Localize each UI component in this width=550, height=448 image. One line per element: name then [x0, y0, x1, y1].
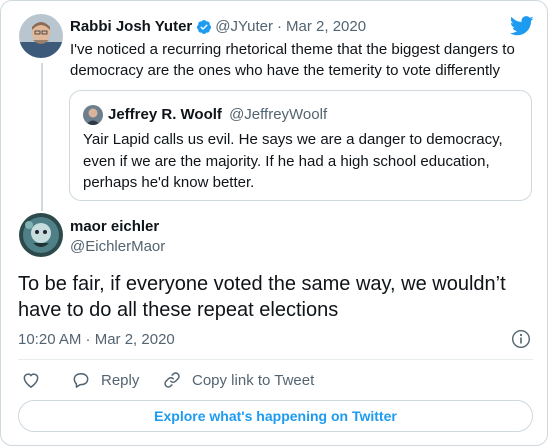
- link-icon: [162, 370, 182, 390]
- reply-timestamp[interactable]: 10:20 AM · Mar 2, 2020: [18, 331, 175, 348]
- embedded-tweet-card: Rabbi Josh Yuter @JYuter · Mar 2, 2020 I…: [0, 0, 548, 446]
- author-name[interactable]: Rabbi Josh Yuter: [70, 18, 192, 35]
- info-icon[interactable]: [511, 329, 531, 354]
- quoted-tweet[interactable]: Jeffrey R. Woolf @JeffreyWoolf Yair Lapi…: [69, 90, 532, 201]
- quoted-tweet-text: Yair Lapid calls us evil. He says we are…: [83, 129, 503, 194]
- explore-twitter-button[interactable]: Explore what's happening on Twitter: [18, 400, 533, 432]
- author-line: Rabbi Josh Yuter @JYuter · Mar 2, 2020: [70, 18, 366, 35]
- reply-author-name[interactable]: maor eichler: [70, 218, 159, 235]
- reply-icon: [71, 370, 91, 390]
- tweet-text-line: democracy are the ones who have the teme…: [70, 62, 500, 79]
- author-handle[interactable]: @JYuter: [215, 18, 273, 35]
- like-button[interactable]: [21, 370, 41, 390]
- reply-tweet-text: To be fair, if everyone voted the same w…: [18, 271, 506, 323]
- separator-dot: ·: [277, 18, 283, 35]
- divider: [18, 359, 533, 360]
- verified-badge-icon: [196, 19, 212, 35]
- thread-connector-line: [41, 63, 43, 211]
- tweet-text: I've noticed a recurring rhetorical them…: [70, 39, 515, 81]
- quoted-author-handle: @JeffreyWoolf: [229, 106, 328, 123]
- reply-text-line: To be fair, if everyone voted the same w…: [18, 273, 506, 295]
- avatar-josh-yuter[interactable]: [19, 14, 63, 58]
- quoted-author-name: Jeffrey R. Woolf: [108, 106, 222, 123]
- quoted-author-line: Jeffrey R. Woolf @JeffreyWoolf: [108, 106, 327, 123]
- quoted-text-line: perhaps he'd know better.: [83, 174, 255, 191]
- reply-button[interactable]: Reply: [71, 370, 139, 390]
- explore-twitter-label: Explore what's happening on Twitter: [154, 408, 397, 424]
- heart-icon: [21, 370, 41, 390]
- twitter-bird-icon[interactable]: [509, 16, 534, 41]
- copy-link-label: Copy link to Tweet: [192, 371, 315, 389]
- copy-link-button[interactable]: Copy link to Tweet: [162, 370, 314, 390]
- reply-author-handle[interactable]: @EichlerMaor: [70, 238, 165, 255]
- tweet-date[interactable]: Mar 2, 2020: [286, 18, 366, 35]
- quoted-text-line: Yair Lapid calls us evil. He says we are…: [83, 131, 503, 148]
- reply-label: Reply: [101, 371, 140, 389]
- avatar-maor-eichler[interactable]: [19, 213, 63, 257]
- quoted-text-line: even if we are the majority. If he had a…: [83, 152, 490, 170]
- reply-text-line: have to do all these repeat elections: [18, 299, 339, 321]
- avatar-jeffrey-woolf: [83, 105, 103, 125]
- tweet-text-line: I've noticed a recurring rhetorical them…: [70, 41, 515, 58]
